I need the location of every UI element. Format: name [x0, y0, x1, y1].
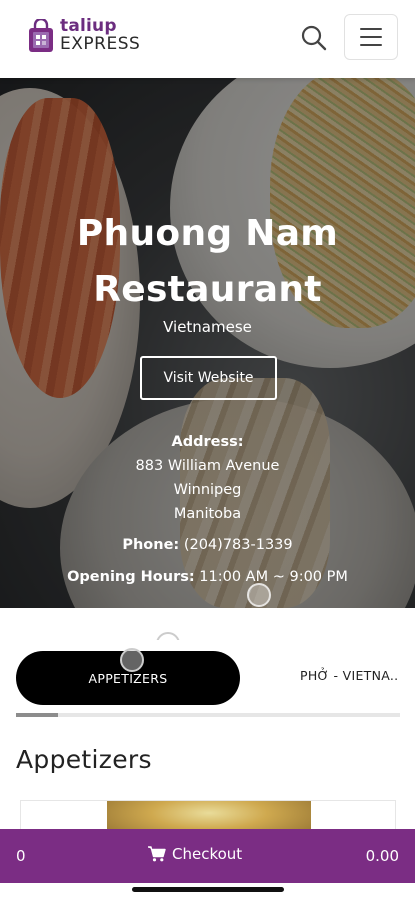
tabs-scrollbar[interactable] — [16, 713, 400, 717]
restaurant-name: Phuong Nam Restaurant — [0, 206, 415, 318]
phone-value[interactable]: (204)783-1339 — [184, 537, 293, 553]
logo-wordmark-bottom: EXPRESS — [60, 34, 141, 54]
hours-label: Opening Hours: — [67, 569, 195, 585]
address-label: Address: — [171, 434, 244, 450]
hero-overlay — [0, 78, 415, 608]
touch-indicator — [247, 583, 271, 607]
phone-line: Phone: (204)783-1339 — [0, 537, 415, 553]
tabs-scrollbar-thumb[interactable] — [16, 713, 58, 717]
shopping-bag-logo-icon — [29, 18, 53, 52]
hamburger-menu-icon — [360, 28, 382, 30]
restaurant-hero: Phuong Nam Restaurant Vietnamese Visit W… — [0, 78, 415, 608]
restaurant-name-line2: Restaurant — [93, 269, 322, 310]
hours-value: 11:00 AM ~ 9:00 PM — [199, 569, 348, 585]
restaurant-name-line1: Phuong Nam — [76, 213, 339, 254]
app-header: taliup EXPRESS — [0, 0, 415, 78]
address-province: Manitoba — [173, 506, 242, 522]
category-tabs: APPETIZERS PHỞ - VIETNA.. — [0, 640, 415, 730]
section-title: Appetizers — [16, 745, 152, 774]
checkout-bar: 0 Checkout 0.00 — [0, 829, 415, 883]
logo-wordmark-top: taliup — [60, 16, 117, 36]
address-street: 883 William Avenue — [135, 458, 280, 474]
cart-total: 0.00 — [365, 847, 399, 865]
hours-line: Opening Hours: 11:00 AM ~ 9:00 PM — [0, 569, 415, 585]
address-city: Winnipeg — [173, 482, 242, 498]
search-button[interactable] — [300, 24, 328, 52]
cart-item-count: 0 — [16, 847, 26, 865]
checkout-button[interactable]: Checkout — [148, 845, 242, 863]
hamburger-menu-button[interactable] — [344, 14, 398, 60]
touch-indicator — [120, 648, 144, 672]
checkout-label: Checkout — [172, 845, 243, 863]
visit-website-button[interactable]: Visit Website — [140, 356, 277, 400]
home-indicator[interactable] — [132, 887, 284, 892]
search-icon — [301, 25, 327, 51]
tab-pho-vietnamese[interactable]: PHỞ - VIETNA.. — [300, 668, 398, 683]
cuisine-label: Vietnamese — [163, 318, 252, 336]
brand-logo[interactable]: taliup EXPRESS — [28, 18, 140, 53]
cart-icon — [148, 846, 166, 862]
phone-label: Phone: — [122, 537, 180, 553]
